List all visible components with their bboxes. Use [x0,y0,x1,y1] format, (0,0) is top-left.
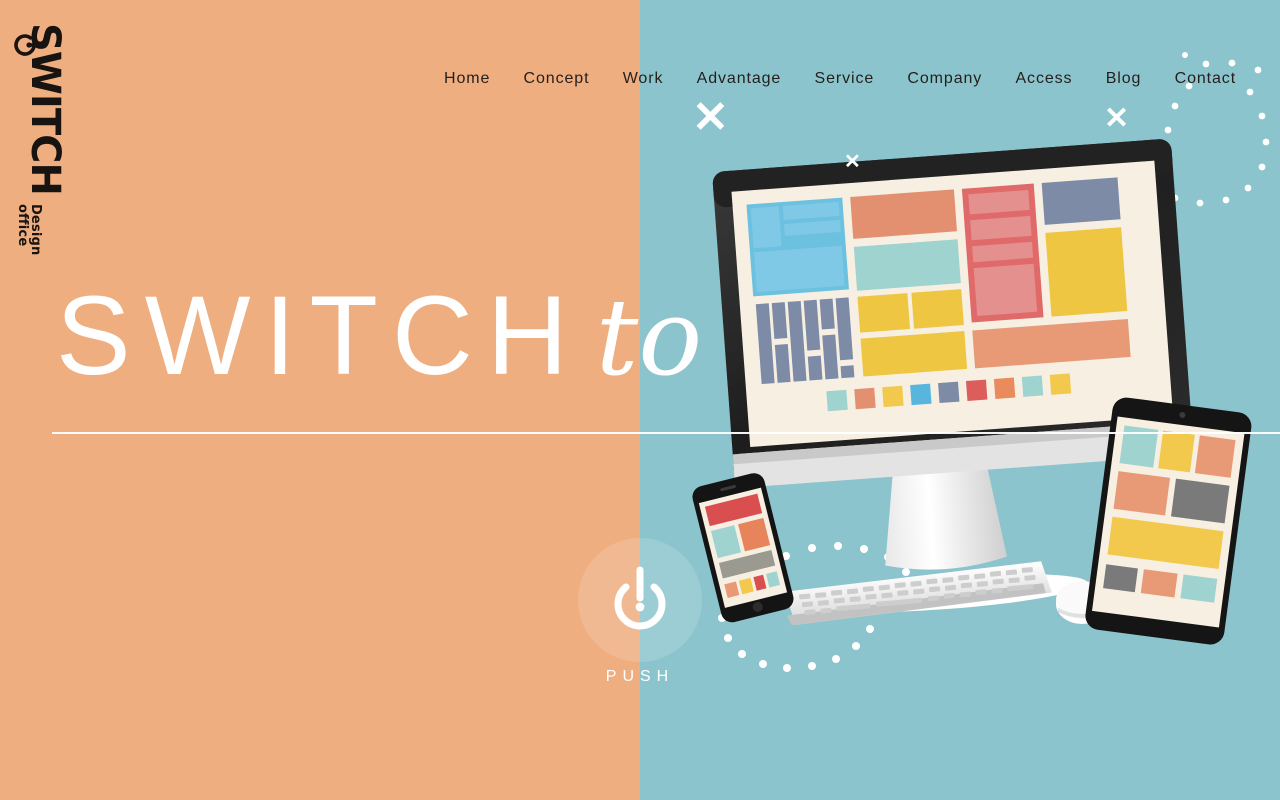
x-mark-icon-small: ✕ [844,151,861,173]
nav-item-access[interactable]: Access [1011,68,1076,90]
nav-item-concept[interactable]: Concept [520,68,594,90]
hero-title-main: SWITCH [56,273,582,398]
nav-item-advantage[interactable]: Advantage [693,68,786,90]
background-right-panel [640,0,1280,800]
hero-page: SWITCH Design office Home Concept Work A… [0,0,1280,800]
horizontal-divider-rule [52,432,1280,434]
x-mark-icon-large: ✕ [692,93,729,142]
push-button-label: PUSH [605,668,675,685]
x-mark-icon-medium: ✕ [1104,102,1130,135]
hero-headline: SWITCH to [56,280,702,400]
logo-tagline: Design office [15,203,43,256]
main-navigation[interactable]: Home Concept Work Advantage Service Comp… [440,64,1240,94]
nav-item-blog[interactable]: Blog [1102,68,1146,90]
hero-title-script: to [595,276,703,399]
nav-item-contact[interactable]: Contact [1171,68,1240,90]
nav-item-home[interactable]: Home [440,68,494,90]
power-icon [614,566,666,630]
nav-item-service[interactable]: Service [811,68,879,90]
background-left-panel [0,0,640,800]
logo-brand-name: SWITCH [22,23,68,195]
nav-item-company[interactable]: Company [903,68,986,90]
push-button[interactable]: PUSH [578,538,702,694]
nav-item-work[interactable]: Work [619,68,668,90]
site-logo[interactable]: SWITCH Design office [4,23,68,274]
